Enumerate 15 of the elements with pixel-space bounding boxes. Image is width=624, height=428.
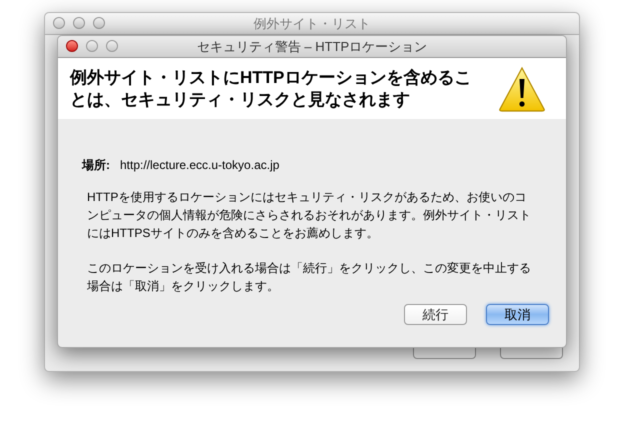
window-title: 例外サイト・リスト <box>254 14 370 33</box>
dialog-button[interactable]: 取消 <box>486 304 549 325</box>
zoom-button[interactable] <box>93 17 105 29</box>
location-label: 場所: <box>82 157 110 174</box>
warning-icon <box>498 66 546 112</box>
message-paragraph: このロケーションを受け入れる場合は「続行」をクリックし、この変更を中止する場合は「取消」をクリックします。 <box>87 260 532 295</box>
close-button[interactable] <box>66 40 78 52</box>
location-value: http://lecture.ecc.u-tokyo.ac.jp <box>120 157 280 174</box>
dialog-button[interactable]: 続行 <box>404 304 467 325</box>
zoom-button[interactable] <box>106 40 118 52</box>
minimize-button[interactable] <box>73 17 85 29</box>
minimize-button[interactable] <box>86 40 98 52</box>
message-paragraph: HTTPを使用するロケーションにはセキュリティ・リスクがあるため、お使いのコンピュータの個人情報が危険にさらされるおそれがあります。例外サイト・リストにはHTTPSサイトのみを含めることをお薦めします。 <box>87 189 532 242</box>
heading: 例外サイト・リストにHTTPロケーションを含めることは、セキュリティ・リスクと見なされます <box>70 66 472 110</box>
window-title: セキュリティ警告 – HTTPロケーション <box>196 38 428 56</box>
